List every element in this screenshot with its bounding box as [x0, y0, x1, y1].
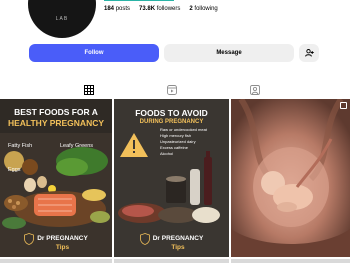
- following-stat[interactable]: 2 following: [189, 6, 217, 12]
- avatar-text: LAB: [55, 16, 69, 22]
- food-label-fish: Fatty Fish: [8, 143, 33, 149]
- brand-logo: Dr PREGNANCY Tips: [114, 227, 229, 252]
- next-row-post[interactable]: [114, 259, 229, 263]
- shield-icon: [139, 232, 150, 245]
- next-row-post[interactable]: [0, 259, 112, 263]
- profile-stats: 184 posts 73.8K followers 2 following: [104, 6, 218, 12]
- post-best-foods[interactable]: BEST FOODS FOR A HEALTHY PREGNANCY Fatty…: [0, 99, 112, 257]
- add-user-icon: [304, 49, 314, 57]
- shield-icon: [24, 232, 35, 245]
- post-subtitle: DURING PREGNANCY: [139, 119, 204, 125]
- follow-button[interactable]: Follow: [29, 44, 159, 62]
- posts-stat: 184 posts: [104, 6, 131, 12]
- list-item: Alcohol: [160, 151, 174, 156]
- tab-posts[interactable]: [83, 84, 95, 96]
- brand-tagline: Tips: [55, 243, 70, 251]
- carousel-icon: [340, 102, 347, 109]
- profile-tabs: [0, 84, 350, 96]
- post-fetus-illustration[interactable]: [231, 99, 350, 257]
- post-title: FOODS TO AVOID: [135, 108, 208, 118]
- post-title: BEST FOODS FOR A: [14, 107, 98, 117]
- avatar[interactable]: LAB: [28, 0, 96, 38]
- reels-icon: [167, 85, 177, 95]
- profile-actions: Follow Message: [29, 44, 319, 62]
- post-subtitle: HEALTHY PREGNANCY: [7, 118, 105, 128]
- tagged-icon: [250, 85, 260, 95]
- brand-name: Dr PREGNANCY: [152, 234, 204, 242]
- brand-tagline: Tips: [171, 243, 185, 251]
- grid-icon: [84, 85, 94, 95]
- tab-reels[interactable]: [166, 84, 178, 96]
- add-user-button[interactable]: [299, 44, 319, 62]
- fetus-image: [231, 99, 350, 257]
- brand-name: Dr PREGNANCY: [37, 234, 88, 242]
- message-button[interactable]: Message: [164, 44, 294, 62]
- tab-tagged[interactable]: [249, 84, 261, 96]
- next-row-post[interactable]: [231, 259, 350, 263]
- post-grid: BEST FOODS FOR A HEALTHY PREGNANCY Fatty…: [0, 99, 350, 263]
- avoid-list: Raw or undercooked meat High mercury fis…: [160, 127, 207, 157]
- followers-stat[interactable]: 73.8K followers: [139, 6, 180, 12]
- username-bar: [104, 0, 174, 1]
- food-label-greens: Leafy Greens: [60, 143, 94, 149]
- food-label-eggs: Eggs: [8, 167, 21, 173]
- post-foods-to-avoid[interactable]: FOODS TO AVOID DURING PREGNANCY Raw or u…: [114, 99, 229, 257]
- brand-logo: Dr PREGNANCY Tips: [0, 227, 112, 252]
